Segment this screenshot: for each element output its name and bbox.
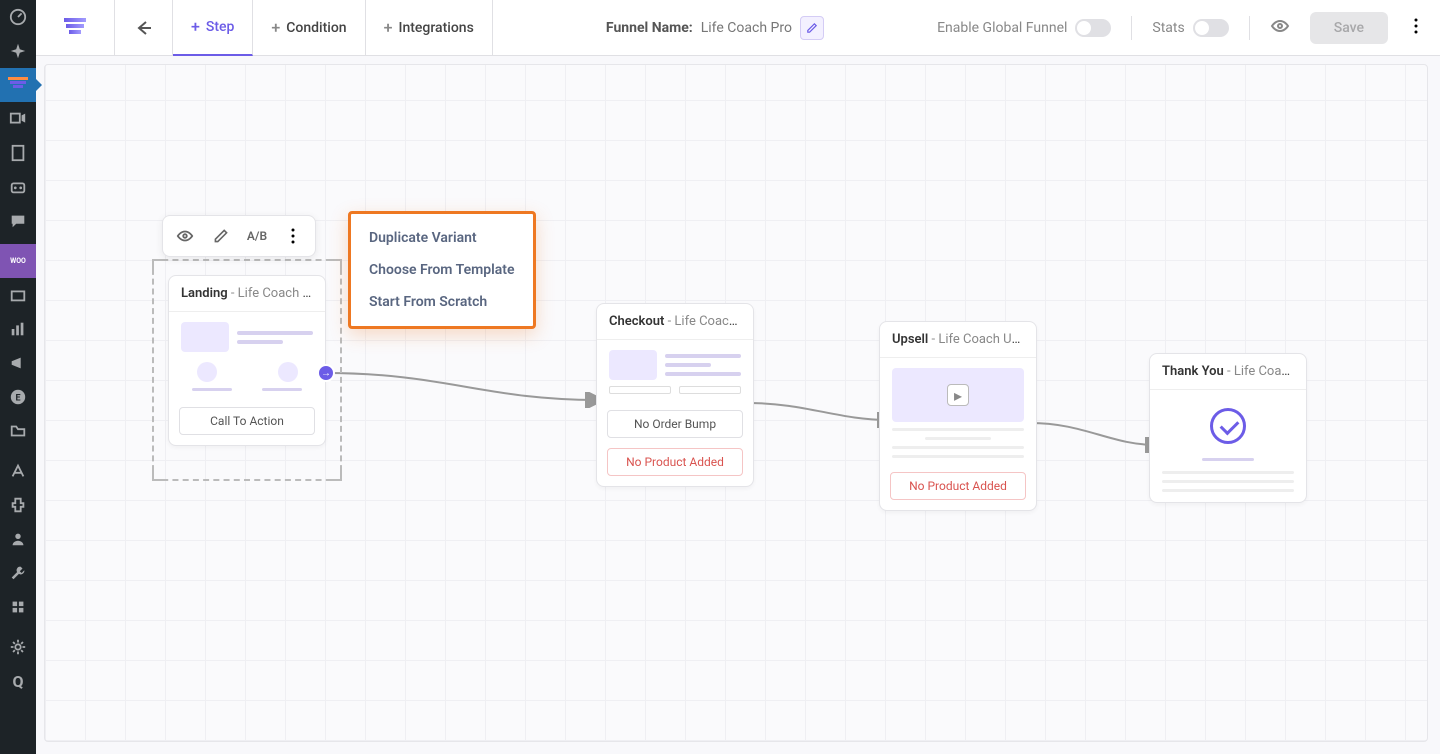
- node-checkout[interactable]: Checkout - Life Coach Ch... No Order Bum…: [596, 303, 754, 487]
- warn-button[interactable]: No Product Added: [607, 448, 743, 476]
- admin-item-pages[interactable]: [0, 136, 36, 170]
- play-icon: ▸: [947, 384, 969, 406]
- admin-item-settings[interactable]: [0, 590, 36, 624]
- admin-item-q[interactable]: Q: [0, 664, 36, 698]
- admin-item-funnel[interactable]: [0, 68, 36, 102]
- admin-item-users[interactable]: [0, 522, 36, 556]
- wp-admin-sidebar: WOO E Q: [0, 0, 36, 754]
- node-landing[interactable]: Landing - Life Coach Lan... Call To Acti…: [168, 275, 326, 446]
- admin-item-tools[interactable]: [0, 556, 36, 590]
- toolbar-more-button[interactable]: [279, 222, 307, 250]
- cta-button[interactable]: Call To Action: [179, 407, 315, 435]
- toolbar-ab-button[interactable]: A/B: [243, 222, 271, 250]
- bump-button[interactable]: No Order Bump: [607, 410, 743, 438]
- node-thankyou[interactable]: Thank You - Life Coach Tha...: [1149, 353, 1307, 503]
- check-icon: [1210, 408, 1246, 444]
- node-toolbar: A/B: [162, 215, 316, 257]
- warn-button[interactable]: No Product Added: [890, 472, 1026, 500]
- tab-integrations[interactable]: +Integrations: [366, 0, 493, 56]
- funnel-name-group: Funnel Name: Life Coach Pro: [606, 16, 824, 40]
- funnel-name-label: Funnel Name:: [606, 20, 693, 36]
- enable-global-toggle[interactable]: Enable Global Funnel: [937, 19, 1111, 37]
- admin-item-dashboard[interactable]: [0, 0, 36, 34]
- back-button[interactable]: [115, 0, 173, 56]
- admin-item-analytics[interactable]: [0, 312, 36, 346]
- more-menu-button[interactable]: [1408, 18, 1424, 38]
- save-button[interactable]: Save: [1310, 12, 1388, 44]
- admin-item-templates[interactable]: [0, 414, 36, 448]
- dropdown-item-scratch[interactable]: Start From Scratch: [351, 286, 533, 318]
- edit-name-button[interactable]: [800, 16, 824, 40]
- toolbar-edit-button[interactable]: [207, 222, 235, 250]
- admin-item-comments[interactable]: [0, 204, 36, 238]
- admin-item-elementor[interactable]: E: [0, 380, 36, 414]
- admin-item-pin[interactable]: [0, 34, 36, 68]
- admin-item-woo[interactable]: WOO: [0, 244, 36, 278]
- ab-dropdown: Duplicate Variant Choose From Template S…: [348, 211, 536, 329]
- app-logo: [36, 0, 115, 56]
- node-upsell[interactable]: Upsell - Life Coach Up... ▸ No Product A…: [879, 321, 1037, 511]
- tab-step[interactable]: +Step: [173, 0, 253, 56]
- admin-item-products[interactable]: [0, 278, 36, 312]
- svg-text:E: E: [15, 394, 20, 404]
- funnel-name-value: Life Coach Pro: [701, 20, 792, 36]
- dropdown-item-template[interactable]: Choose From Template: [351, 254, 533, 286]
- canvas[interactable]: A/B Duplicate Variant Choose From Templa…: [44, 64, 1428, 742]
- toolbar-preview-button[interactable]: [171, 222, 199, 250]
- port-landing-out[interactable]: →: [317, 364, 335, 382]
- tab-label: Condition: [286, 20, 346, 36]
- admin-item-appearance[interactable]: [0, 454, 36, 488]
- preview-button[interactable]: [1270, 16, 1290, 40]
- tab-condition[interactable]: +Condition: [253, 0, 365, 56]
- tab-label: Integrations: [399, 20, 474, 36]
- admin-item-plugins[interactable]: [0, 488, 36, 522]
- admin-item-bot[interactable]: [0, 170, 36, 204]
- stats-toggle[interactable]: Stats: [1152, 19, 1228, 37]
- topbar: +Step +Condition +Integrations Funnel Na…: [36, 0, 1440, 56]
- admin-item-gear[interactable]: [0, 630, 36, 664]
- dropdown-item-duplicate[interactable]: Duplicate Variant: [351, 222, 533, 254]
- admin-item-media[interactable]: [0, 102, 36, 136]
- tab-label: Step: [206, 19, 235, 35]
- admin-item-marketing[interactable]: [0, 346, 36, 380]
